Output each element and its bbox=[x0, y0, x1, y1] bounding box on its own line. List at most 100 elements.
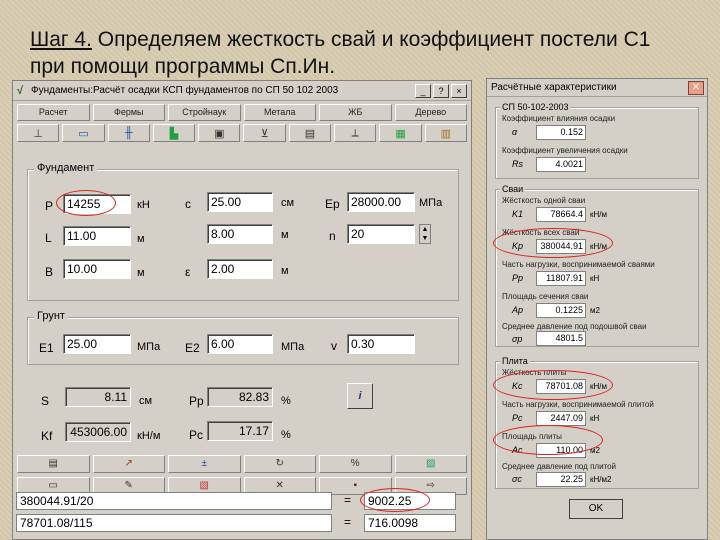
dialog-close-button[interactable]: ✕ bbox=[688, 80, 704, 95]
soil-icon: ▦ bbox=[395, 127, 406, 140]
n-input[interactable]: 20 bbox=[347, 224, 415, 244]
refresh-button[interactable]: ↻ bbox=[243, 455, 316, 473]
tool-soil-button[interactable]: ▦ bbox=[379, 124, 422, 142]
B-unit: м bbox=[137, 267, 145, 279]
calc-expr-1[interactable]: 380044.91/20 bbox=[16, 492, 332, 510]
eps-label: ε bbox=[185, 265, 191, 279]
pile-group-icon: ▙ bbox=[169, 127, 179, 140]
E1-unit: МПа bbox=[137, 341, 161, 353]
P-label: P bbox=[45, 199, 54, 213]
ap-value: 0.1225 bbox=[536, 303, 586, 318]
tab-5[interactable]: Дерево bbox=[394, 104, 467, 121]
tab-4[interactable]: ЖБ bbox=[319, 104, 392, 121]
highlight-P bbox=[56, 190, 116, 216]
Pp-output: 82.83 bbox=[207, 387, 273, 407]
S-unit: см bbox=[139, 395, 153, 407]
calc-result-2: 716.0098 bbox=[364, 514, 456, 532]
help-button[interactable]: ? bbox=[433, 83, 449, 98]
tool-anchor-button[interactable]: ⊻ bbox=[243, 124, 286, 142]
c-input[interactable]: 25.00 bbox=[207, 192, 273, 212]
Kf-label: Kf bbox=[41, 429, 53, 443]
image-button[interactable]: ▨ bbox=[394, 455, 467, 473]
v-input[interactable]: 0.30 bbox=[347, 334, 415, 354]
Pp-unit: % bbox=[281, 395, 291, 407]
sp-symbol: σp bbox=[512, 334, 523, 344]
E2-unit: МПа bbox=[281, 341, 305, 353]
Pp-label: Pp bbox=[189, 394, 204, 408]
slab-icon: ▤ bbox=[304, 127, 316, 140]
tool-group-button[interactable]: ▙ bbox=[152, 124, 196, 142]
main-window: √ Фундаменты:Расчёт осадки КСП фундамент… bbox=[12, 80, 472, 540]
app-icon: √ bbox=[17, 84, 24, 97]
pencil-icon: ✎ bbox=[124, 480, 133, 491]
tool-wall-button[interactable]: ▣ bbox=[198, 124, 241, 142]
footing-icon: ⊥ bbox=[33, 127, 43, 140]
Kf-output: 453006.00 bbox=[65, 422, 131, 442]
k1-label: Жёсткость одной сваи bbox=[502, 196, 586, 205]
Ep-label: Ep bbox=[325, 197, 340, 211]
calc-button[interactable]: ± bbox=[168, 455, 241, 473]
v-label: v bbox=[331, 339, 337, 353]
percent-button[interactable]: % bbox=[319, 455, 392, 473]
eps-input[interactable]: 2.00 bbox=[207, 259, 273, 279]
tab-1[interactable]: Фермы bbox=[92, 104, 165, 121]
soil-group-label: Грунт bbox=[34, 310, 68, 322]
L-label: L bbox=[45, 231, 52, 245]
E2-label: E2 bbox=[185, 341, 200, 355]
B-label: B bbox=[45, 265, 54, 279]
calc-eq-2: = bbox=[344, 515, 352, 529]
title-text: Определяем жесткость свай и коэффициент … bbox=[30, 28, 651, 78]
title-bar: √ Фундаменты:Расчёт осадки КСП фундамент… bbox=[13, 81, 471, 101]
pp-label: Часть нагрузки, воспринимаемой сваями bbox=[502, 260, 655, 269]
toolbar: ⊥ ▭ ╫ ▙ ▣ ⊻ ▤ ⟂ ▦ ▥ bbox=[13, 121, 471, 145]
tool-footing-button[interactable]: ⊥ bbox=[17, 124, 60, 142]
plate-icon: ▭ bbox=[78, 127, 89, 140]
n-label: n bbox=[329, 229, 336, 243]
B-input[interactable]: 10.00 bbox=[63, 259, 131, 279]
sp-value: 4801.5 bbox=[536, 331, 586, 346]
info-button[interactable]: i bbox=[347, 383, 373, 409]
Ep-input[interactable]: 28000.00 bbox=[347, 192, 415, 212]
highlight-kp bbox=[493, 228, 613, 258]
spacing-input[interactable]: 8.00 bbox=[207, 224, 273, 244]
E2-input[interactable]: 6.00 bbox=[207, 334, 273, 354]
table-button[interactable]: ▤ bbox=[17, 455, 90, 473]
E1-label: E1 bbox=[39, 341, 54, 355]
title-step: Шаг 4. bbox=[30, 28, 92, 51]
pile-group-label: Сваи bbox=[500, 184, 526, 194]
pp-symbol: Pp bbox=[512, 273, 524, 283]
tool-kpf-button[interactable]: ⟂ bbox=[334, 124, 377, 142]
pc-symbol: Pc bbox=[512, 413, 523, 423]
L-input[interactable]: 11.00 bbox=[63, 226, 131, 246]
n-spinner[interactable]: ▲ ▼ bbox=[419, 224, 431, 244]
tab-0[interactable]: Расчет bbox=[17, 104, 90, 121]
table-icon: ▤ bbox=[48, 458, 58, 469]
coef-label: Коэффициент влияния осадки bbox=[502, 114, 616, 123]
chart-button[interactable]: ↗ bbox=[92, 455, 165, 473]
c-label: c bbox=[185, 197, 191, 211]
close-button[interactable]: × bbox=[451, 83, 467, 98]
ok-button[interactable]: OK bbox=[569, 499, 623, 519]
sc-value: 22.25 bbox=[536, 472, 586, 487]
coef2-label: Коэффициент увеличения осадки bbox=[502, 146, 628, 155]
k1-unit: кН/м bbox=[590, 210, 607, 219]
slide-title: Шаг 4. Определяем жесткость свай и коэфф… bbox=[30, 26, 690, 80]
image-icon: ▨ bbox=[426, 458, 436, 469]
tool-slab-button[interactable]: ▤ bbox=[288, 124, 332, 142]
tool-pile-button[interactable]: ╫ bbox=[107, 124, 150, 142]
calc-expr-2[interactable]: 78701.08/115 bbox=[16, 514, 332, 532]
S-output: 8.11 bbox=[65, 387, 131, 407]
L-unit: м bbox=[137, 233, 145, 245]
E1-input[interactable]: 25.00 bbox=[63, 334, 131, 354]
pile-group: Сваи Жёсткость одной сваи K1 78664.4 кН/… bbox=[495, 184, 699, 347]
tab-2[interactable]: Стройнаук bbox=[168, 104, 241, 121]
highlight-kc bbox=[493, 370, 613, 400]
P-unit: кН bbox=[137, 199, 150, 211]
S-label: S bbox=[41, 394, 50, 408]
tool-plate-button[interactable]: ▭ bbox=[62, 124, 105, 142]
minimize-button[interactable]: _ bbox=[415, 83, 431, 98]
coef-value: 0.152 bbox=[536, 125, 586, 140]
spacing-unit: м bbox=[281, 229, 289, 241]
tool-print-button[interactable]: ▥ bbox=[424, 124, 467, 142]
tab-3[interactable]: Метала bbox=[243, 104, 316, 121]
